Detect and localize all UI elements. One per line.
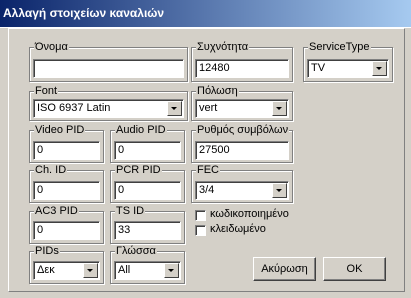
locked-label[interactable]: κλειδωμένο [210,223,266,235]
frequency-label: Συχνότητα [196,41,250,53]
video-pid-label: Video PID [34,124,86,136]
font-value: ISO 6937 Latin [37,102,111,114]
encrypted-label[interactable]: κωδικοποιημένο [210,208,289,220]
fec-label: FEC [196,164,220,176]
chevron-down-icon[interactable] [372,61,387,76]
symbol-rate-label: Ρυθμός συμβόλων [196,124,290,136]
pids-value: Δεκ [37,264,55,276]
chevron-down-icon[interactable] [164,263,179,278]
fec-select[interactable]: 3/4 [195,181,289,200]
video-pid-input[interactable]: 0 [33,141,100,160]
font-label: Font [34,85,59,97]
ok-button[interactable]: OK [323,257,386,281]
frequency-input[interactable]: 12480 [195,59,289,78]
ts-id-input[interactable]: 33 [114,221,181,240]
ac3-pid-label: AC3 PID [34,205,79,217]
language-select[interactable]: All [114,261,181,280]
pcr-pid-label: PCR PID [115,164,162,176]
language-value: All [118,264,131,276]
encrypted-checkbox[interactable] [195,210,206,221]
language-label: Γλώσσα [115,245,157,257]
service-type-select[interactable]: TV [307,59,389,78]
fec-value: 3/4 [199,184,215,196]
window-title: Αλλαγή στοιχείων καναλιών [3,6,165,20]
ch-id-input[interactable]: 0 [33,181,100,200]
chevron-down-icon[interactable] [272,101,287,116]
service-type-value: TV [311,62,326,74]
pids-label: PIDs [34,245,60,257]
polarization-label: Πόλωση [196,85,239,97]
font-select[interactable]: ISO 6937 Latin [33,99,184,118]
polarization-value: vert [199,102,218,114]
polarization-select[interactable]: vert [195,99,289,118]
pcr-pid-input[interactable]: 0 [114,181,181,200]
ch-id-label: Ch. ID [34,164,68,176]
chevron-down-icon[interactable] [272,183,287,198]
ts-id-label: TS ID [115,205,146,217]
chevron-down-icon[interactable] [167,101,182,116]
name-label: Όνομα [34,41,69,53]
name-input[interactable] [33,59,184,78]
ac3-pid-input[interactable]: 0 [33,221,100,240]
symbol-rate-input[interactable]: 27500 [195,141,289,160]
chevron-down-icon[interactable] [83,263,98,278]
pids-select[interactable]: Δεκ [33,261,100,280]
locked-checkbox[interactable] [195,225,206,236]
cancel-button[interactable]: Ακύρωση [253,257,316,281]
service-type-label: ServiceType [308,41,371,53]
audio-pid-input[interactable]: 0 [114,141,181,160]
title-bar[interactable]: Αλλαγή στοιχείων καναλιών [0,0,411,28]
audio-pid-label: Audio PID [115,124,167,136]
